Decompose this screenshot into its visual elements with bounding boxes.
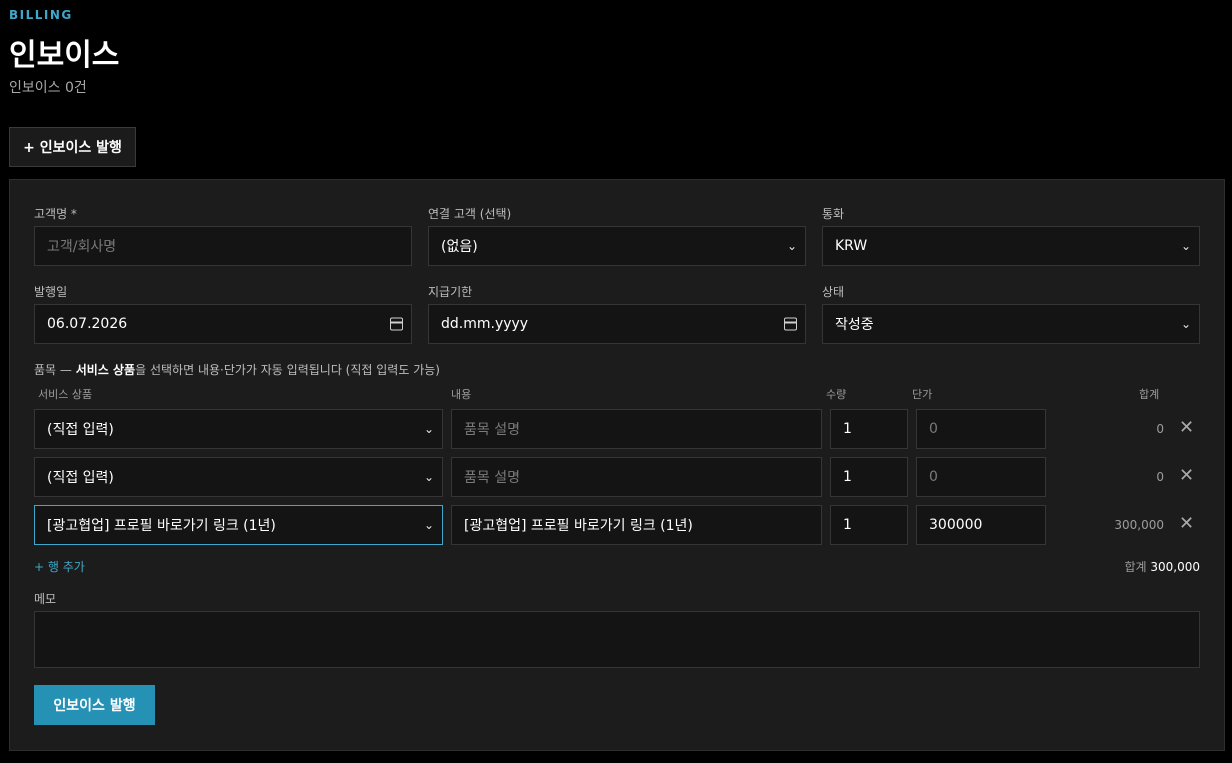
column-header-description: 내용 xyxy=(451,388,472,401)
status-select[interactable]: 작성중 ⌄ xyxy=(822,304,1200,344)
remove-row-icon[interactable]: ✕ xyxy=(1179,419,1194,437)
item-product-value: (직접 입력) xyxy=(47,470,114,486)
issue-date-input[interactable]: 06.07.2026 xyxy=(34,304,412,344)
item-product-value: [광고협업] 프로필 바로가기 링크 (1년) xyxy=(47,518,276,534)
section-eyebrow: BILLING xyxy=(9,8,73,22)
item-price-input[interactable]: 0 xyxy=(916,457,1046,497)
items-hint-prefix: 품목 — xyxy=(34,363,76,377)
grand-total-value: 300,000 xyxy=(1150,560,1200,574)
linked-customer-select[interactable]: (없음) ⌄ xyxy=(428,226,806,266)
items-hint-suffix: 을 선택하면 내용·단가가 자동 입력됩니다 (직접 입력도 가능) xyxy=(135,363,440,377)
submit-invoice-button[interactable]: 인보이스 발행 xyxy=(34,685,155,725)
item-qty-input[interactable]: 1 xyxy=(830,457,908,497)
column-header-product: 서비스 상품 xyxy=(38,388,93,401)
chevron-down-icon: ⌄ xyxy=(423,422,434,436)
item-qty-input[interactable]: 1 xyxy=(830,409,908,449)
column-header-qty: 수량 xyxy=(826,388,847,401)
item-product-select[interactable]: (직접 입력) ⌄ xyxy=(34,409,443,449)
items-hint-bold: 서비스 상품 xyxy=(75,363,136,377)
issue-date-value: 06.07.2026 xyxy=(47,316,128,332)
item-product-select[interactable]: (직접 입력) ⌄ xyxy=(34,457,443,497)
currency-select[interactable]: KRW ⌄ xyxy=(822,226,1200,266)
status-value: 작성중 xyxy=(835,317,874,333)
item-total: 300,000 xyxy=(1114,518,1164,532)
currency-label: 통화 xyxy=(822,207,845,221)
grand-total: 합계 300,000 xyxy=(1124,558,1200,575)
due-date-input[interactable]: dd.mm.yyyy xyxy=(428,304,806,344)
customer-name-label: 고객명 * xyxy=(34,207,77,221)
chevron-down-icon: ⌄ xyxy=(423,518,434,532)
chevron-down-icon: ⌄ xyxy=(1180,317,1191,331)
linked-customer-label: 연결 고객 (선택) xyxy=(428,207,512,221)
memo-textarea[interactable] xyxy=(34,611,1200,668)
item-description-input[interactable]: [광고협업] 프로필 바로가기 링크 (1년) xyxy=(451,505,822,545)
calendar-icon[interactable] xyxy=(390,317,403,331)
status-label: 상태 xyxy=(822,285,845,299)
column-header-total: 합계 xyxy=(1139,388,1160,401)
item-description-input[interactable]: 품목 설명 xyxy=(451,409,822,449)
memo-label: 메모 xyxy=(34,592,57,606)
issue-date-label: 발행일 xyxy=(34,285,68,299)
item-product-value: (직접 입력) xyxy=(47,422,114,438)
chevron-down-icon: ⌄ xyxy=(1180,239,1191,253)
invoice-count: 인보이스 0건 xyxy=(9,80,87,96)
item-product-select[interactable]: [광고협업] 프로필 바로가기 링크 (1년) ⌄ xyxy=(34,505,443,545)
chevron-down-icon: ⌄ xyxy=(423,470,434,484)
due-date-value: dd.mm.yyyy xyxy=(441,316,529,332)
item-price-input[interactable]: 300000 xyxy=(916,505,1046,545)
remove-row-icon[interactable]: ✕ xyxy=(1179,515,1194,533)
add-row-link[interactable]: + 행 추가 xyxy=(34,558,85,575)
calendar-icon[interactable] xyxy=(784,317,797,331)
grand-total-label: 합계 xyxy=(1124,560,1147,574)
currency-value: KRW xyxy=(835,238,868,254)
remove-row-icon[interactable]: ✕ xyxy=(1179,467,1194,485)
customer-name-input[interactable]: 고객/회사명 xyxy=(34,226,412,266)
item-total: 0 xyxy=(1156,470,1164,484)
item-description-input[interactable]: 품목 설명 xyxy=(451,457,822,497)
item-price-input[interactable]: 0 xyxy=(916,409,1046,449)
items-hint: 품목 — 서비스 상품을 선택하면 내용·단가가 자동 입력됩니다 (직접 입력… xyxy=(34,361,440,378)
due-date-label: 지급기한 xyxy=(428,285,473,299)
item-qty-input[interactable]: 1 xyxy=(830,505,908,545)
linked-customer-value: (없음) xyxy=(441,239,478,255)
page-title: 인보이스 xyxy=(9,38,120,73)
item-total: 0 xyxy=(1156,422,1164,436)
column-header-price: 단가 xyxy=(912,388,933,401)
new-invoice-button[interactable]: + 인보이스 발행 xyxy=(9,127,136,167)
chevron-down-icon: ⌄ xyxy=(786,239,797,253)
